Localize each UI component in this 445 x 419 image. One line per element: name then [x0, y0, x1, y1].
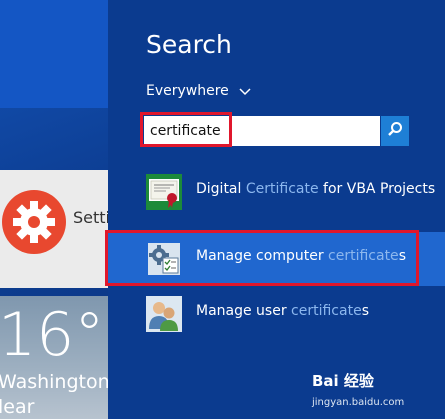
- weather-city: Washington: [0, 371, 110, 393]
- search-result-item[interactable]: Digital Certificate for VBA Projects: [108, 165, 445, 219]
- start-tile[interactable]: [0, 0, 108, 108]
- search-button[interactable]: [381, 116, 409, 146]
- selected-result-highlight-box: [105, 230, 419, 286]
- search-scope-label: Everywhere: [146, 83, 229, 99]
- users-icon: [146, 296, 182, 332]
- watermark-url: jingyan.baidu.com: [312, 397, 405, 408]
- search-result-label: Manage user certificates: [196, 303, 369, 319]
- weather-condition: lear: [0, 396, 35, 418]
- search-result-label: Digital Certificate for VBA Projects: [196, 181, 436, 197]
- search-icon: [387, 121, 403, 141]
- search-panel-title: Search: [146, 30, 232, 59]
- search-input-highlight-box: [140, 112, 232, 147]
- search-scope-dropdown[interactable]: Everywhere: [146, 83, 251, 99]
- settings-gear-icon: [2, 190, 66, 254]
- search-result-item[interactable]: Manage user certificates: [108, 287, 445, 341]
- settings-tile-label: Setti: [73, 208, 110, 227]
- chevron-down-icon: [239, 86, 251, 99]
- certificate-icon: [146, 174, 182, 210]
- baidu-watermark: Bai 经验: [312, 372, 374, 390]
- weather-temperature: 16°: [0, 300, 105, 370]
